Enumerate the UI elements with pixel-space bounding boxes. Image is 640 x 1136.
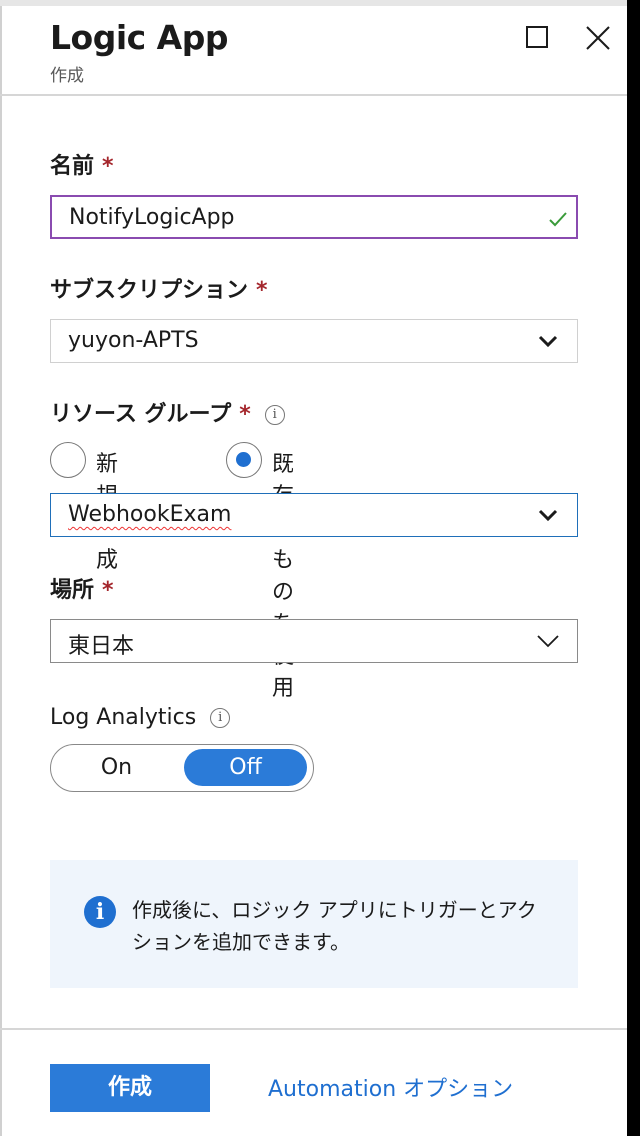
subscription-select[interactable]: yuyon-APTS [50,319,578,363]
panel-left-edge [0,0,2,1136]
resource-group-select[interactable]: WebhookExam [50,493,578,537]
subscription-label: サブスクリプション * [50,278,268,303]
automation-options-link[interactable]: Automation オプション [268,1071,513,1103]
radio-new[interactable] [50,442,86,478]
resource-group-value: WebhookExam [68,502,232,527]
name-input-value: NotifyLogicApp [69,205,235,230]
location-label: 場所 * [50,578,114,603]
required-marker: * [256,278,268,303]
chevron-down-icon [538,509,558,522]
scrollbar[interactable] [627,0,640,1136]
radio-existing[interactable] [226,442,262,478]
location-select[interactable]: 東日本 [50,619,578,663]
blade-header: Logic App 作成 [0,6,627,96]
location-value: 東日本 [68,634,135,659]
radio-selected-dot [236,452,251,467]
resource-group-label: リソース グループ * i [50,396,285,428]
page-subtitle: 作成 [50,66,84,86]
radio-existing-label: 既存のものを使用 [272,452,295,701]
name-input[interactable]: NotifyLogicApp [50,195,578,239]
log-analytics-label: Log Analytics i [50,705,231,730]
info-box-text: 作成後に、ロジック アプリにトリガーとアクションを追加できます。 [132,898,537,954]
footer-divider [0,1028,627,1030]
info-icon[interactable]: i [210,708,231,728]
toggle-off[interactable]: Off [184,749,307,786]
subscription-value: yuyon-APTS [68,328,199,353]
toggle-on[interactable]: On [55,749,178,786]
page-title: Logic App [50,18,228,57]
maximize-icon[interactable] [526,26,548,48]
info-icon: i [84,896,116,928]
chevron-down-icon [537,635,559,648]
valid-check-icon [549,212,567,227]
name-label: 名前 * [50,154,114,179]
create-button[interactable]: 作成 [50,1064,210,1112]
required-marker: * [239,402,251,427]
info-box: i 作成後に、ロジック アプリにトリガーとアクションを追加できます。 [50,860,578,988]
close-icon[interactable] [582,22,614,54]
required-marker: * [102,154,114,179]
info-icon[interactable]: i [264,405,285,425]
required-marker: * [102,578,114,603]
chevron-down-icon [538,335,558,348]
log-analytics-toggle[interactable]: On Off [50,744,314,792]
